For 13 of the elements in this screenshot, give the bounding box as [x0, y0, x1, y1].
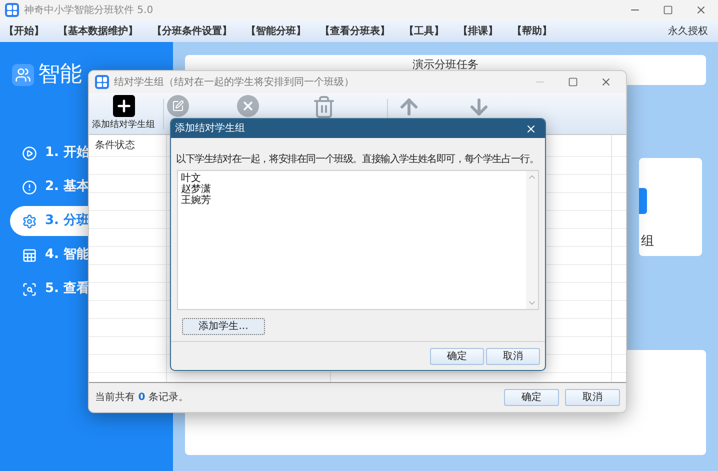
student-name: 赵梦潇: [181, 184, 211, 195]
instruction-text: 以下学生结对在一起，将安排在同一个班级。直接输入学生姓名即可，每个学生占一行。: [176, 152, 540, 167]
window-title: 神奇中小学智能分班软件 5.0: [24, 4, 154, 18]
window-title: 结对学生组（结对在一起的学生将安排到同一个班级）: [114, 76, 354, 90]
license-label: 永久授权: [668, 24, 709, 38]
dialog-title: 添加结对学生组: [175, 122, 245, 136]
student-name: 叶文: [181, 173, 201, 184]
task-title: 演示分班任务: [412, 57, 478, 73]
record-count: 当前共有 0 条记录。: [95, 390, 188, 405]
logo-text: 智能: [38, 64, 82, 86]
feature-label: 组: [640, 233, 654, 251]
column-header: 条件状态: [95, 138, 135, 153]
student-name: 王婉芳: [181, 195, 211, 206]
